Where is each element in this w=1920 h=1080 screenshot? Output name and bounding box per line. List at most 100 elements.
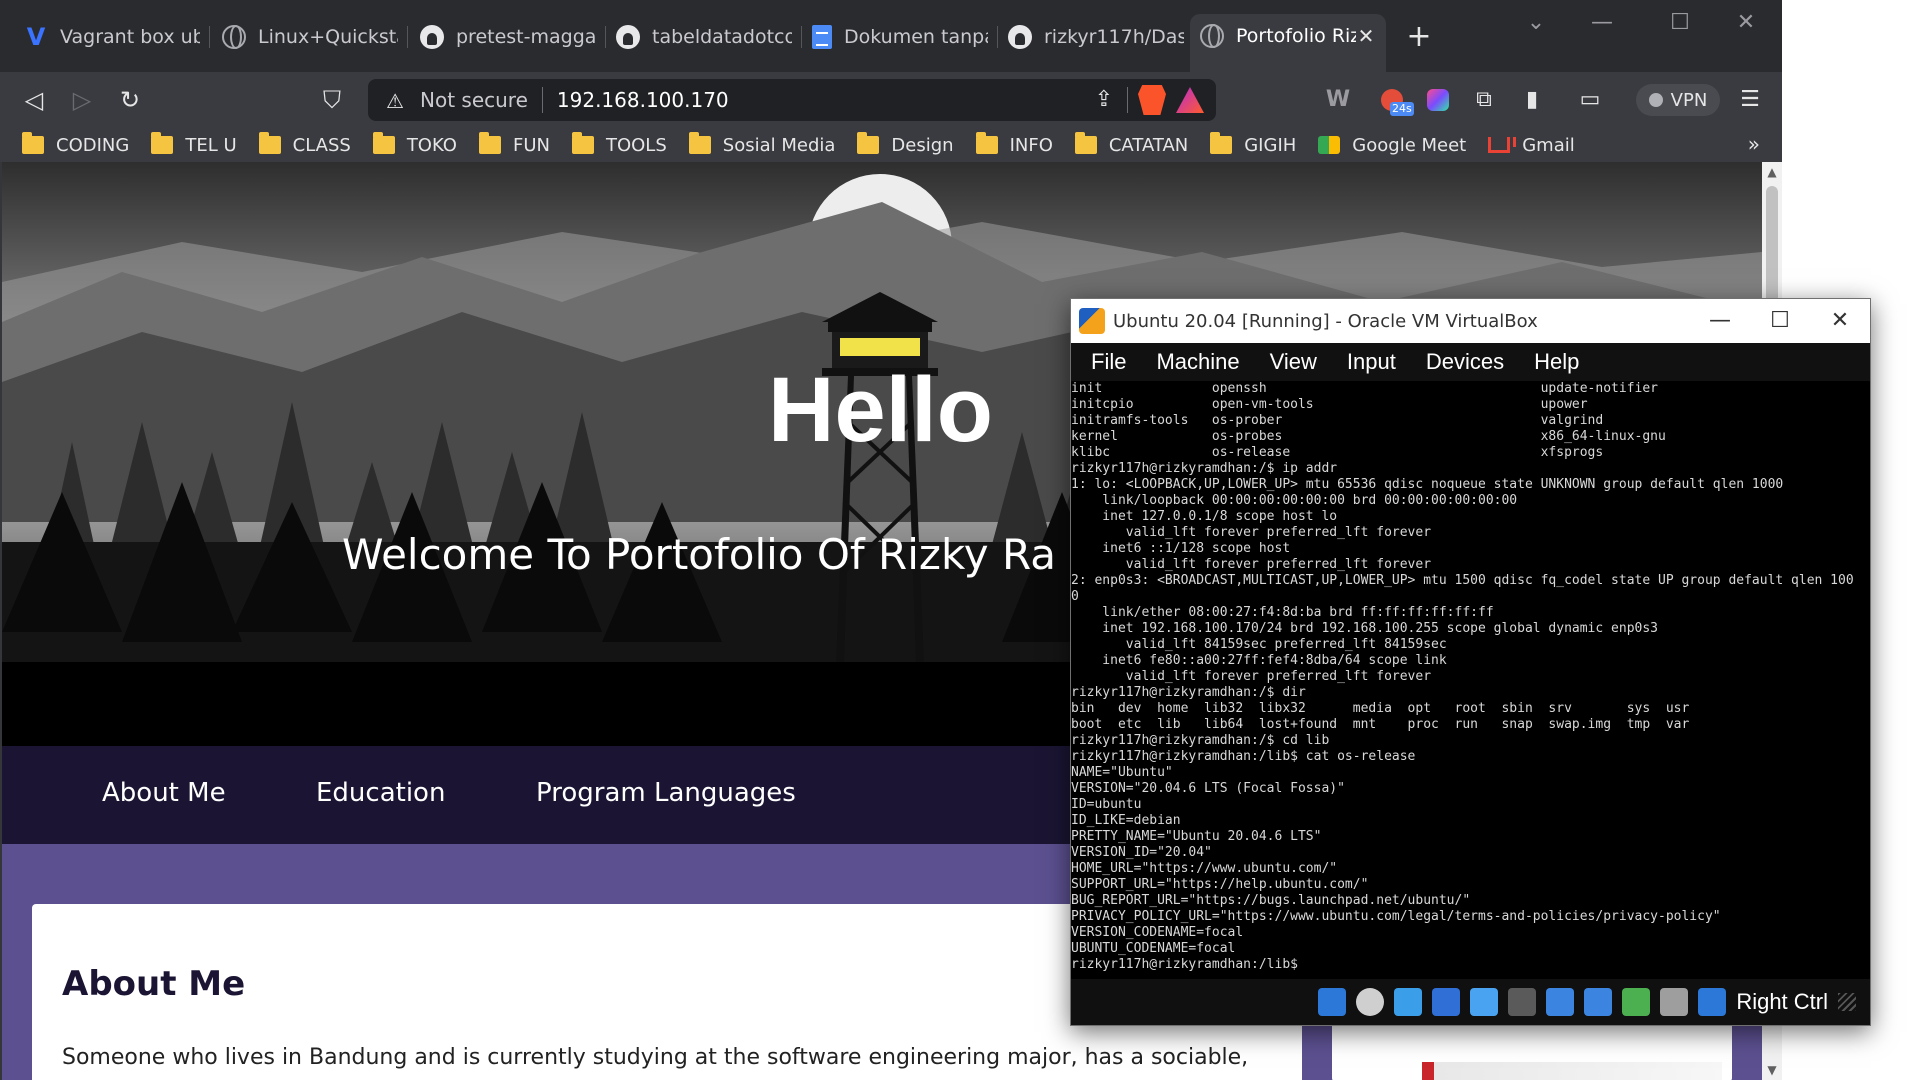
- hero-title: Hello: [768, 359, 993, 461]
- bookmark-design[interactable]: Design: [857, 132, 954, 156]
- audio-icon[interactable]: [1394, 988, 1423, 1016]
- reload-button[interactable]: ↻: [112, 82, 148, 118]
- cpu-icon[interactable]: [1622, 988, 1651, 1016]
- shared-folder-icon[interactable]: [1508, 988, 1537, 1016]
- resize-grip[interactable]: [1838, 993, 1856, 1011]
- nav-education[interactable]: Education: [316, 778, 445, 808]
- tab-linux-quickstart[interactable]: Linux+Quickstart: [212, 16, 408, 58]
- vbox-minimize-button[interactable]: —: [1690, 299, 1750, 343]
- bookmark-gmail[interactable]: Gmail: [1488, 135, 1575, 156]
- menu-file[interactable]: File: [1091, 349, 1126, 375]
- network-icon[interactable]: [1432, 988, 1461, 1016]
- vbox-menubar: File Machine View Input Devices Help: [1071, 343, 1870, 381]
- menu-icon[interactable]: ☰: [1734, 84, 1766, 116]
- optical-icon[interactable]: [1356, 988, 1385, 1016]
- tab-portofolio-active[interactable]: Portofolio Rizky ✕: [1190, 14, 1386, 72]
- close-window-button[interactable]: ✕: [1726, 8, 1766, 38]
- scroll-up-icon[interactable]: ▲: [1762, 162, 1782, 182]
- extensions-puzzle-icon[interactable]: ⧉: [1468, 84, 1500, 116]
- bookmark-tools[interactable]: TOOLS: [571, 132, 667, 156]
- wallet-icon[interactable]: ▭: [1574, 84, 1606, 116]
- menu-help[interactable]: Help: [1534, 349, 1579, 375]
- terminal-line: valid_lft forever preferred_lft forever: [1071, 557, 1432, 572]
- bookmark-sosial-media[interactable]: Sosial Media: [688, 132, 835, 156]
- menu-machine[interactable]: Machine: [1156, 349, 1239, 375]
- display-icon[interactable]: [1546, 988, 1575, 1016]
- capture-icon[interactable]: [1584, 988, 1613, 1016]
- extension-colorful-icon[interactable]: [1422, 84, 1454, 116]
- terminal-screen[interactable]: init openssh update-notifier initcpio ope…: [1071, 381, 1870, 979]
- terminal-line: rizkyr117h@rizkyramdhan:/lib$: [1071, 957, 1298, 972]
- tab-dokumen[interactable]: Dokumen tanpa j: [802, 16, 998, 58]
- terminal-line: bin dev home lib32 libx32 media opt root…: [1071, 701, 1690, 716]
- scroll-down-icon[interactable]: ▼: [1762, 1060, 1782, 1080]
- folder-icon: [857, 132, 880, 154]
- vpn-button[interactable]: VPN: [1636, 84, 1720, 116]
- back-button[interactable]: ◁: [16, 82, 52, 118]
- nav-about-me[interactable]: About Me: [102, 778, 226, 808]
- terminal-line: valid_lft forever preferred_lft forever: [1071, 525, 1432, 540]
- tab-vagrant[interactable]: V Vagrant box ubun: [14, 16, 210, 58]
- bookmark-toko[interactable]: TOKO: [372, 132, 457, 156]
- more-bookmarks-icon[interactable]: »: [1748, 132, 1760, 156]
- bookmark-google-meet[interactable]: Google Meet: [1318, 135, 1466, 156]
- folder-icon: [372, 132, 395, 154]
- terminal-line: boot etc lib lib64 lost+found mnt proc r…: [1071, 717, 1690, 732]
- tab-label: Vagrant box ubun: [60, 26, 200, 48]
- extension-w-icon[interactable]: W: [1322, 84, 1354, 116]
- tab-tabeldatadotcom[interactable]: tabeldatadotcom: [606, 16, 802, 58]
- tab-label: Linux+Quickstart: [258, 26, 398, 48]
- address-bar[interactable]: ⚠ Not secure 192.168.100.170 ⇪: [368, 79, 1216, 121]
- close-tab-icon[interactable]: ✕: [1356, 24, 1376, 48]
- bookmark-page-icon[interactable]: ⛉: [314, 82, 350, 118]
- bookmark-info[interactable]: INFO: [975, 132, 1053, 156]
- forward-button[interactable]: ▷: [64, 82, 100, 118]
- new-tab-button[interactable]: +: [1402, 20, 1436, 54]
- mouse-icon[interactable]: [1660, 988, 1689, 1016]
- tab-rizkyr117h-dasar[interactable]: rizkyr117h/DasarV: [998, 16, 1194, 58]
- bookmark-tel-u[interactable]: TEL U: [151, 132, 237, 156]
- about-title: About Me: [62, 964, 246, 1004]
- bookmark-gigih[interactable]: GIGIH: [1210, 132, 1296, 156]
- virtualbox-window: Ubuntu 20.04 [Running] - Oracle VM Virtu…: [1070, 298, 1871, 1026]
- usb-icon[interactable]: [1470, 988, 1499, 1016]
- bookmark-catatan[interactable]: CATATAN: [1074, 132, 1188, 156]
- keyboard-icon[interactable]: [1698, 988, 1727, 1016]
- maximize-window-button[interactable]: ☐: [1660, 8, 1700, 38]
- terminal-line: rizkyr117h@rizkyramdhan:/lib$ cat os-rel…: [1071, 749, 1416, 764]
- extension-timer-icon[interactable]: 24s: [1376, 84, 1414, 116]
- bookmark-fun[interactable]: FUN: [478, 132, 550, 156]
- url-text[interactable]: 192.168.100.170: [557, 88, 1087, 112]
- hero-subtitle: Welcome To Portofolio Of Rizky Ra: [342, 530, 1056, 579]
- nav-program-languages[interactable]: Program Languages: [536, 778, 796, 808]
- tab-search-dropdown-icon[interactable]: ⌄: [1516, 8, 1556, 38]
- terminal-line: 2: enp0s3: <BROADCAST,MULTICAST,UP,LOWER…: [1071, 573, 1854, 588]
- bookmark-class[interactable]: CLASS: [258, 132, 351, 156]
- folder-icon: [1074, 132, 1097, 154]
- terminal-line: SUPPORT_URL="https://help.ubuntu.com/": [1071, 877, 1369, 892]
- menu-input[interactable]: Input: [1347, 349, 1396, 375]
- security-status[interactable]: Not secure: [420, 88, 528, 112]
- folder-icon: [571, 132, 594, 154]
- desktop-screen: V Vagrant box ubun Linux+Quickstart pret…: [0, 0, 1920, 1080]
- vbox-titlebar[interactable]: Ubuntu 20.04 [Running] - Oracle VM Virtu…: [1071, 299, 1870, 343]
- menu-view[interactable]: View: [1270, 349, 1317, 375]
- sidebar-icon[interactable]: ▮: [1516, 84, 1548, 116]
- brave-rewards-icon[interactable]: [1176, 87, 1204, 113]
- vpn-status-icon: [1648, 93, 1663, 107]
- terminal-line: ID_LIKE=debian: [1071, 813, 1181, 828]
- menu-devices[interactable]: Devices: [1426, 349, 1504, 375]
- status-icons: [1308, 988, 1727, 1016]
- tab-pretest-maggang[interactable]: pretest-maggang: [410, 16, 606, 58]
- minimize-window-button[interactable]: —: [1582, 8, 1622, 38]
- disk-icon[interactable]: [1318, 988, 1347, 1016]
- tab-strip: V Vagrant box ubun Linux+Quickstart pret…: [0, 0, 1782, 72]
- vbox-maximize-button[interactable]: ☐: [1750, 299, 1810, 343]
- share-icon[interactable]: ⇪: [1087, 85, 1121, 115]
- folder-icon: [1210, 132, 1233, 154]
- bookmark-coding[interactable]: CODING: [22, 132, 129, 156]
- vbox-close-button[interactable]: ✕: [1810, 299, 1870, 343]
- brave-shields-icon[interactable]: [1138, 85, 1166, 115]
- about-text: Someone who lives in Bandung and is curr…: [62, 1045, 1249, 1070]
- globe-icon: [1200, 24, 1224, 48]
